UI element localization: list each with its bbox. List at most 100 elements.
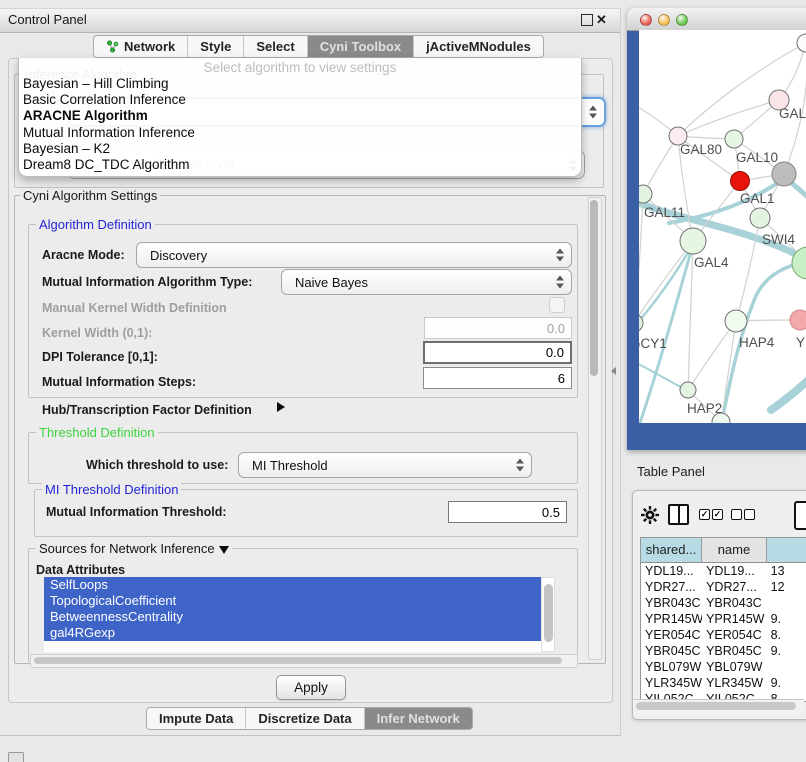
tab-select[interactable]: Select [243,36,306,57]
expand-arrow-icon[interactable] [277,402,285,412]
table-hscrollbar-thumb[interactable] [636,702,796,710]
table-row[interactable]: YPR145WYPR145W9. [641,611,806,627]
tab-jactivemnodules[interactable]: jActiveMNodules [413,36,543,57]
tab-cyni-toolbox[interactable]: Cyni Toolbox [307,36,413,57]
network-edge[interactable] [678,100,779,136]
algorithm-definition-title: Algorithm Definition [36,217,155,232]
node-label: GAL [779,106,806,121]
control-panel-tabs: NetworkStyleSelectCyni Toolbox jActiveMNo… [93,35,544,58]
table-row[interactable]: YDR27...YDR27...12 [641,579,806,595]
attributes-scrollbar[interactable] [541,577,555,652]
panel-collapse-icon[interactable] [611,367,616,375]
settings-scrollbar-thumb[interactable] [590,200,598,376]
network-edge[interactable] [688,321,736,390]
kernel-width-label: Kernel Width (0,1): [42,324,152,342]
table-cell: 9. [767,643,806,659]
network-node[interactable] [772,162,796,186]
float-window-icon[interactable] [581,14,593,26]
apply-button[interactable]: Apply [276,675,346,700]
network-edge[interactable] [643,136,678,194]
table-row[interactable]: YER054CYER054C8. [641,627,806,643]
attribute-item[interactable]: BetweennessCentrality [44,609,541,625]
select-all-icon[interactable]: ✓ [699,509,710,520]
attributes-hscrollbar[interactable] [30,654,578,668]
network-node[interactable] [797,34,806,52]
tab-label: Impute Data [159,708,233,729]
close-traffic-light-icon[interactable] [640,14,652,26]
network-node[interactable] [680,382,696,398]
mi-steps-field[interactable]: 6 [423,367,572,389]
new-table-icon[interactable] [794,501,806,530]
column-header[interactable]: shared... [641,538,702,562]
attributes-hscrollbar-thumb[interactable] [34,657,562,664]
table-row[interactable]: YBL079WYBL079W [641,659,806,675]
network-node[interactable] [680,228,706,254]
select-all-icon[interactable]: ✓ [712,509,723,520]
zoom-traffic-light-icon[interactable] [676,14,688,26]
network-node[interactable] [750,208,770,228]
deselect-all-icon[interactable] [744,509,755,520]
network-node[interactable] [725,130,743,148]
algorithm-option[interactable]: Bayesian – Hill Climbing [19,76,581,92]
network-canvas[interactable]: GALGAL80GAL10GAL1GAL11SWI4GAL4GCY1HAP4YH… [639,30,806,423]
manual-kernel-label: Manual Kernel Width Definition [42,299,227,317]
table-cell: YPR145W [702,611,767,627]
table-row[interactable]: YLR345WYLR345W9. [641,675,806,691]
hub-definition-label: Hub/Transcription Factor Definition [42,401,252,419]
attribute-item[interactable]: SelfLoops [44,577,541,593]
network-edge[interactable] [639,244,693,330]
network-node[interactable] [725,310,747,332]
network-node[interactable] [731,172,750,191]
mi-type-combo[interactable]: Naive Bayes [281,269,572,295]
node-label: HAP2 [687,401,722,416]
minimize-traffic-light-icon[interactable] [658,14,670,26]
threshold-definition-title: Threshold Definition [36,425,158,440]
deselect-all-icon[interactable] [731,509,742,520]
table-cell: 13 [767,563,806,579]
which-threshold-combo[interactable]: MI Threshold [238,452,532,478]
table-cell: YLR345W [702,675,767,691]
node-label: GAL80 [680,142,722,157]
tab-style[interactable]: Style [187,36,243,57]
column-header[interactable] [767,538,806,562]
tab-impute-data[interactable]: Impute Data [147,708,245,729]
tab-discretize-data[interactable]: Discretize Data [245,708,363,729]
network-node[interactable] [639,185,652,203]
node-label: GAL1 [740,191,775,206]
tab-network[interactable]: Network [94,36,187,57]
collapse-arrow-icon[interactable] [219,546,229,554]
tab-label: jActiveMNodules [426,36,531,57]
manual-kernel-checkbox[interactable] [549,297,565,313]
split-view-icon[interactable] [668,504,689,525]
network-edge[interactable] [771,366,806,410]
mi-threshold-field[interactable]: 0.5 [448,501,567,523]
algorithm-option[interactable]: Mutual Information Inference [19,125,581,141]
algorithm-option[interactable]: Bayesian – K2 [19,141,581,157]
column-header[interactable]: name [702,538,767,562]
docked-panel-icon[interactable] [8,752,24,762]
table-hscrollbar[interactable] [634,699,804,713]
table-row[interactable]: YDL19...YDL19...13 [641,563,806,579]
kernel-width-field[interactable]: 0.0 [424,317,572,339]
dpi-tolerance-field[interactable]: 0.0 [423,341,572,364]
aracne-mode-combo[interactable]: Discovery [136,242,572,268]
table-row[interactable]: YBR045CYBR045C9. [641,643,806,659]
tab-infer-network[interactable]: Infer Network [364,708,472,729]
cyni-settings-title: Cyni Algorithm Settings [20,188,160,203]
network-edge[interactable] [639,194,643,323]
algorithm-option[interactable]: Basic Correlation Inference [19,92,581,108]
attributes-scrollbar-thumb[interactable] [544,584,553,642]
attribute-item[interactable]: TopologicalCoefficient [44,593,541,609]
algorithm-option[interactable]: Dream8 DC_TDC Algorithm [19,157,581,173]
attribute-item[interactable]: gal4RGexp [44,625,541,641]
algorithm-option[interactable]: ARACNE Algorithm [19,108,581,124]
table-row[interactable]: YBR043CYBR043C [641,595,806,611]
table-cell: YER054C [702,627,767,643]
table-cell: YBL079W [702,659,767,675]
network-node[interactable] [790,310,806,330]
close-icon[interactable]: ✕ [596,8,607,31]
combo-arrows-icon [556,276,564,289]
table-cell: 8. [767,627,806,643]
gear-icon[interactable] [640,505,660,525]
settings-scrollbar[interactable] [588,197,602,660]
